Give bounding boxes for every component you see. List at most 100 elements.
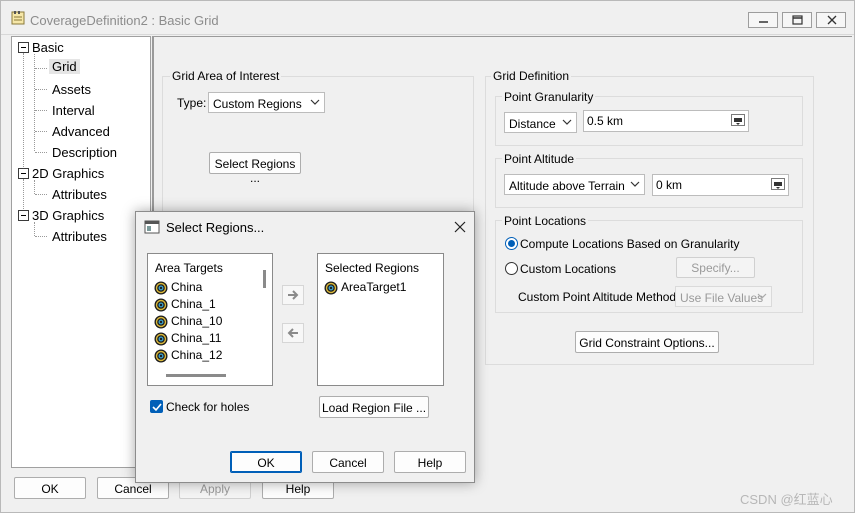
checkmark-icon <box>152 403 162 412</box>
area-target-icon <box>324 281 338 295</box>
tree-item-description[interactable]: Description <box>52 145 117 160</box>
minimize-button[interactable] <box>748 12 778 28</box>
add-region-button[interactable] <box>282 285 304 305</box>
dialog-help-button[interactable]: Help <box>394 451 466 473</box>
area-targets-header: Area Targets <box>155 261 223 275</box>
chevron-down-icon <box>757 293 767 299</box>
chevron-down-icon <box>562 119 572 125</box>
specify-button[interactable]: Specify... <box>676 257 755 278</box>
tree-line <box>35 68 47 69</box>
grid-area-label: Grid Area of Interest <box>170 69 282 83</box>
altitude-method-select[interactable]: Use File Values <box>675 286 772 307</box>
area-target-item[interactable]: China_10 <box>171 314 222 328</box>
point-locations-label: Point Locations <box>502 214 589 228</box>
tree-line <box>23 53 24 173</box>
granularity-mode-value: Distance <box>509 117 556 131</box>
dialog-cancel-button[interactable]: Cancel <box>312 451 384 473</box>
granularity-mode-select[interactable]: Distance <box>504 112 577 133</box>
altitude-mode-value: Altitude above Terrain <box>509 179 625 193</box>
window-title: CoverageDefinition2 : Basic Grid <box>30 13 219 28</box>
close-icon <box>827 15 837 25</box>
area-target-icon <box>154 349 168 363</box>
collapse-icon[interactable] <box>18 168 29 179</box>
title-bar[interactable]: CoverageDefinition2 : Basic Grid <box>1 1 854 35</box>
tree-item-grid[interactable]: Grid <box>49 59 80 74</box>
maximize-button[interactable] <box>782 12 812 28</box>
area-target-item[interactable]: China <box>171 280 202 294</box>
tree-item-assets[interactable]: Assets <box>52 82 91 97</box>
close-button[interactable] <box>816 12 846 28</box>
property-tree[interactable]: Basic Grid Assets Interval Advanced Desc… <box>11 36 151 468</box>
tree-line <box>35 89 47 90</box>
tree-item-interval[interactable]: Interval <box>52 103 95 118</box>
compute-locations-radio[interactable] <box>505 237 518 250</box>
tree-item-2d-graphics[interactable]: 2D Graphics <box>32 166 104 181</box>
tree-item-basic[interactable]: Basic <box>32 40 64 55</box>
point-altitude-label: Point Altitude <box>502 152 577 166</box>
chevron-down-icon <box>630 181 640 187</box>
area-target-icon <box>154 298 168 312</box>
watermark: CSDN @红蓝心 <box>740 492 833 507</box>
tree-line <box>35 236 47 237</box>
chevron-down-icon <box>310 99 320 105</box>
area-target-icon <box>154 315 168 329</box>
select-regions-dialog: Select Regions... Area Targets China Chin… <box>135 211 475 483</box>
tree-line <box>35 110 47 111</box>
tree-item-2d-attributes[interactable]: Attributes <box>52 187 107 202</box>
altitude-method-label: Custom Point Altitude Method: <box>518 290 680 304</box>
grid-definition-label: Grid Definition <box>491 69 572 83</box>
tree-line <box>35 152 47 153</box>
load-region-file-button[interactable]: Load Region File ... <box>319 396 429 418</box>
maximize-icon <box>792 15 803 25</box>
tree-line <box>35 131 47 132</box>
type-select-value: Custom Regions <box>213 97 302 111</box>
arrow-left-icon <box>287 328 298 338</box>
unit-picker-icon[interactable] <box>771 178 785 190</box>
tree-line <box>35 194 47 195</box>
tree-line <box>23 179 24 211</box>
app-icon <box>11 11 25 25</box>
tree-line <box>34 222 35 236</box>
select-regions-button[interactable]: Select Regions ... <box>209 152 301 185</box>
compute-locations-label[interactable]: Compute Locations Based on Granularity <box>520 237 739 251</box>
tree-item-advanced[interactable]: Advanced <box>52 124 110 139</box>
type-label: Type: <box>177 96 207 110</box>
ok-button[interactable]: OK <box>14 477 86 499</box>
tree-item-3d-graphics[interactable]: 3D Graphics <box>32 208 104 223</box>
granularity-value-field[interactable]: 0.5 km <box>583 110 749 132</box>
tree-line <box>34 180 35 194</box>
dialog-icon <box>144 220 160 234</box>
selected-region-item[interactable]: AreaTarget1 <box>341 280 406 294</box>
remove-region-button[interactable] <box>282 323 304 343</box>
collapse-icon[interactable] <box>18 210 29 221</box>
horizontal-scrollbar[interactable] <box>166 374 226 377</box>
vertical-scrollbar[interactable] <box>263 270 266 288</box>
close-icon[interactable] <box>453 220 467 234</box>
area-target-item[interactable]: China_1 <box>171 297 216 311</box>
grid-constraint-options-button[interactable]: Grid Constraint Options... <box>575 331 719 353</box>
area-target-icon <box>154 281 168 295</box>
check-for-holes-checkbox[interactable] <box>150 400 163 413</box>
tree-item-3d-attributes[interactable]: Attributes <box>52 229 107 244</box>
dialog-title: Select Regions... <box>166 220 265 235</box>
check-for-holes-label[interactable]: Check for holes <box>166 400 249 414</box>
collapse-icon[interactable] <box>18 42 29 53</box>
custom-locations-label[interactable]: Custom Locations <box>520 262 616 276</box>
type-select[interactable]: Custom Regions <box>208 92 325 113</box>
granularity-value: 0.5 km <box>587 114 624 128</box>
dialog-ok-button[interactable]: OK <box>230 451 302 473</box>
arrow-right-icon <box>288 290 299 300</box>
custom-locations-radio[interactable] <box>505 262 518 275</box>
selected-regions-list[interactable]: Selected Regions AreaTarget1 <box>317 253 444 386</box>
selected-regions-header: Selected Regions <box>325 261 420 275</box>
area-targets-list[interactable]: Area Targets China China_1 China_10 China_1… <box>147 253 273 386</box>
unit-picker-icon[interactable] <box>731 114 745 126</box>
area-target-item[interactable]: China_11 <box>171 331 221 345</box>
altitude-value-field[interactable]: 0 km <box>652 174 789 196</box>
altitude-method-value: Use File Values <box>680 291 764 305</box>
point-granularity-label: Point Granularity <box>502 90 596 104</box>
altitude-mode-select[interactable]: Altitude above Terrain <box>504 174 645 195</box>
area-target-icon <box>154 332 168 346</box>
area-target-item[interactable]: China_12 <box>171 348 222 362</box>
altitude-value: 0 km <box>656 178 683 192</box>
